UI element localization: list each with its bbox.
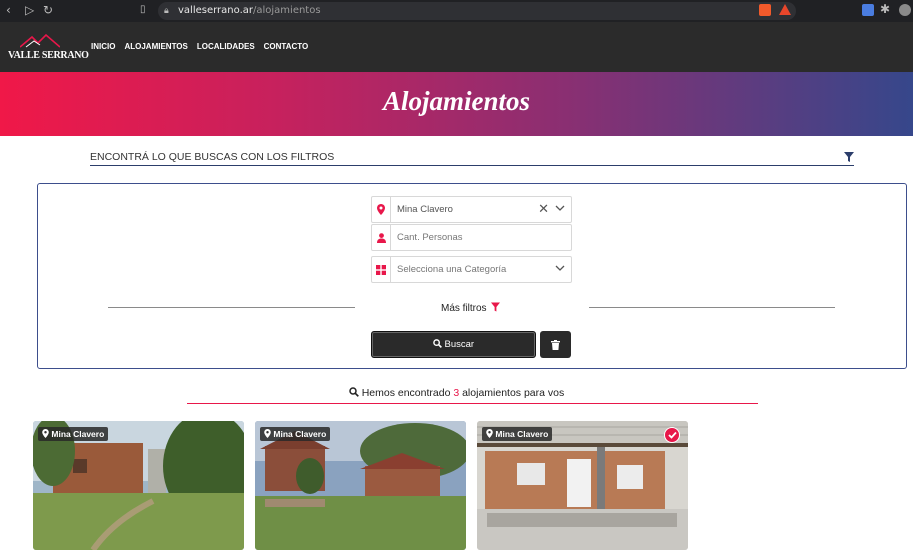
- map-marker-icon: [264, 429, 271, 438]
- bookmark-icon[interactable]: ▯: [140, 4, 146, 15]
- guests-input[interactable]: Cant. Personas: [371, 224, 572, 251]
- location-badge-label: Mina Clavero: [495, 429, 549, 439]
- lock-icon: 🔒︎: [164, 6, 169, 16]
- search-button[interactable]: Buscar: [371, 331, 536, 358]
- chevron-down-icon[interactable]: [555, 265, 565, 272]
- page-title: Alojamientos: [382, 86, 531, 116]
- listing-card[interactable]: Mina Clavero: [33, 421, 244, 550]
- rewards-icon[interactable]: [779, 4, 791, 15]
- listing-card[interactable]: Mina Clavero: [255, 421, 466, 550]
- profile-icon[interactable]: [899, 4, 911, 16]
- map-marker-icon: [42, 429, 49, 438]
- clear-filters-button[interactable]: [540, 331, 571, 358]
- browser-toolbar: ‹ ▷ ↻ ▯ 🔒︎ valleserrano.ar/alojamientos …: [0, 0, 913, 22]
- more-filters-label: Más filtros: [441, 303, 487, 314]
- brave-shield-icon[interactable]: [759, 4, 771, 16]
- chevron-down-icon[interactable]: [555, 205, 565, 212]
- back-icon[interactable]: ‹: [6, 3, 11, 17]
- extensions-icon[interactable]: ✱: [880, 2, 890, 16]
- results-count: 3: [453, 387, 460, 399]
- menu-item-localidades[interactable]: LOCALIDADES: [197, 42, 255, 51]
- results-suffix: alojamientos para vos: [462, 387, 565, 399]
- category-select[interactable]: Selecciona una Categoría: [371, 256, 572, 283]
- hero-banner: Alojamientos: [0, 72, 913, 136]
- logo-text: VALLE SERRANO: [8, 50, 89, 61]
- search-icon: [349, 387, 359, 397]
- user-icon: [372, 225, 391, 250]
- translate-icon[interactable]: [862, 4, 874, 16]
- listing-card[interactable]: Mina Clavero: [477, 421, 688, 550]
- clear-icon[interactable]: ✕: [538, 202, 549, 216]
- map-marker-icon: [486, 429, 493, 438]
- map-marker-icon: [372, 197, 391, 222]
- location-badge: Mina Clavero: [260, 427, 331, 441]
- forward-icon[interactable]: ▷: [25, 3, 34, 17]
- results-prefix: Hemos encontrado: [361, 387, 451, 399]
- url-path: /alojamientos: [253, 5, 321, 16]
- url-domain: valleserrano.ar: [178, 5, 253, 16]
- site-header: VALLE SERRANO INICIO ALOJAMIENTOS LOCALI…: [0, 22, 913, 72]
- filter-icon: [491, 302, 501, 312]
- location-badge-label: Mina Clavero: [273, 429, 327, 439]
- location-badge: Mina Clavero: [38, 427, 109, 441]
- results-underline: [187, 403, 758, 404]
- site-logo[interactable]: VALLE SERRANO: [8, 34, 89, 64]
- search-button-label: Buscar: [444, 339, 475, 350]
- menu-item-inicio[interactable]: INICIO: [91, 42, 115, 51]
- grid-icon: [372, 257, 391, 282]
- reload-icon[interactable]: ↻: [43, 3, 53, 17]
- filters-toggle[interactable]: ENCONTRÁ LO QUE BUSCAS CON LOS FILTROS: [90, 146, 854, 166]
- selected-check-icon[interactable]: [664, 427, 680, 443]
- main-menu: INICIO ALOJAMIENTOS LOCALIDADES CONTACTO: [91, 42, 308, 51]
- menu-item-contacto[interactable]: CONTACTO: [264, 42, 309, 51]
- location-badge-label: Mina Clavero: [51, 429, 105, 439]
- divider-left: [108, 307, 355, 308]
- location-badge: Mina Clavero: [482, 427, 553, 441]
- more-filters-toggle[interactable]: Más filtros: [441, 302, 501, 314]
- divider-right: [589, 307, 835, 308]
- location-value: Mina Clavero: [397, 204, 453, 215]
- mountain-icon: [20, 34, 60, 48]
- filter-icon: [844, 152, 854, 162]
- address-bar[interactable]: 🔒︎ valleserrano.ar/alojamientos: [158, 2, 796, 20]
- guests-placeholder: Cant. Personas: [397, 232, 463, 243]
- menu-item-alojamientos[interactable]: ALOJAMIENTOS: [124, 42, 187, 51]
- search-icon: [433, 339, 442, 348]
- category-placeholder: Selecciona una Categoría: [397, 264, 507, 275]
- filters-toggle-label: ENCONTRÁ LO QUE BUSCAS CON LOS FILTROS: [90, 151, 335, 163]
- location-select[interactable]: Mina Clavero ✕: [371, 196, 572, 223]
- trash-icon: [551, 339, 560, 350]
- results-heading: Hemos encontrado 3 alojamientos para vos: [0, 387, 913, 399]
